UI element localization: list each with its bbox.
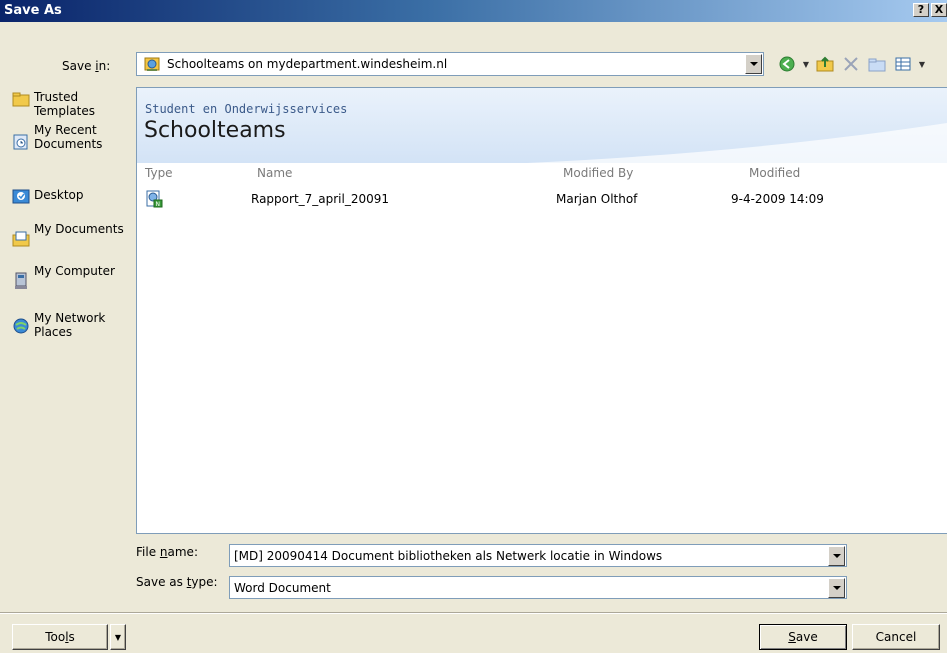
save-in-combo[interactable]: Schoolteams on mydepartment.windesheim.n… xyxy=(136,52,764,76)
place-label: Desktop xyxy=(34,188,84,202)
svg-text:N: N xyxy=(156,201,161,208)
save-in-label: Save in: xyxy=(62,59,111,73)
desktop-icon xyxy=(12,189,30,204)
sharepoint-site-icon xyxy=(144,57,160,71)
save-as-type-dropdown-arrow[interactable] xyxy=(828,578,845,598)
network-places-icon xyxy=(13,318,29,334)
back-icon[interactable] xyxy=(776,53,798,75)
file-name-value: [MD] 20090414 Document bibliotheken als … xyxy=(234,548,663,563)
tools-dropdown-button[interactable]: ▼ xyxy=(110,624,126,650)
save-as-type-label: Save as type: xyxy=(136,575,218,589)
site-title: Schoolteams xyxy=(144,118,286,143)
banner-swoosh xyxy=(527,123,947,163)
file-name-dropdown-arrow[interactable] xyxy=(828,546,845,566)
file-name-cell: Rapport_7_april_20091 xyxy=(251,192,390,206)
close-button[interactable]: X xyxy=(931,3,947,17)
file-name-input[interactable]: [MD] 20090414 Document bibliotheken als … xyxy=(229,544,847,567)
place-my-network-places[interactable]: My Network Places xyxy=(12,311,124,339)
save-button[interactable]: Save xyxy=(759,624,847,650)
back-dropdown-icon[interactable]: ▼ xyxy=(802,53,810,75)
toolbar: ▼ ▼ xyxy=(776,52,926,76)
place-label: My Documents xyxy=(34,222,124,236)
site-banner: Student en Onderwijsservices Schoolteams xyxy=(137,88,947,163)
place-label: My Computer xyxy=(34,264,115,278)
place-my-computer[interactable]: My Computer xyxy=(12,264,124,290)
title-bar: Save As ? X xyxy=(0,0,947,22)
places-bar: Trusted Templates My Recent Documents De… xyxy=(12,88,124,528)
save-as-type-select[interactable]: Word Document xyxy=(229,576,847,599)
file-name-label: File name: xyxy=(136,545,198,559)
help-button[interactable]: ? xyxy=(913,3,929,17)
word-document-icon: N xyxy=(146,190,163,208)
place-trusted-templates[interactable]: Trusted Templates xyxy=(12,90,124,118)
chevron-down-icon: ▼ xyxy=(114,632,122,642)
cancel-button[interactable]: Cancel xyxy=(852,624,940,650)
file-list-pane[interactable]: Student en Onderwijsservices Schoolteams… xyxy=(136,87,947,534)
my-documents-icon xyxy=(12,231,30,247)
up-folder-icon[interactable] xyxy=(814,53,836,75)
save-in-dropdown-arrow[interactable] xyxy=(745,54,762,74)
folder-icon xyxy=(12,92,30,107)
views-dropdown-icon[interactable]: ▼ xyxy=(918,53,926,75)
place-my-recent-documents[interactable]: My Recent Documents xyxy=(12,123,124,151)
place-label: My Recent Documents xyxy=(34,123,103,151)
column-header-name[interactable]: Name xyxy=(257,166,292,180)
place-label: Trusted Templates xyxy=(34,90,96,118)
column-header-modified[interactable]: Modified xyxy=(749,166,800,180)
tools-button[interactable]: Too l s xyxy=(12,624,108,650)
file-modified-by-cell: Marjan Olthof xyxy=(556,192,638,206)
place-label: My Network Places xyxy=(34,311,106,339)
site-subtitle: Student en Onderwijsservices xyxy=(145,102,348,116)
recent-documents-icon xyxy=(13,134,28,150)
column-header-type[interactable]: Type xyxy=(145,166,173,180)
separator xyxy=(0,612,947,614)
new-folder-icon[interactable] xyxy=(866,53,888,75)
place-desktop[interactable]: Desktop xyxy=(12,188,124,206)
delete-icon[interactable] xyxy=(840,53,862,75)
my-computer-icon xyxy=(15,272,27,289)
column-header-modified-by[interactable]: Modified By xyxy=(563,166,633,180)
views-icon[interactable] xyxy=(892,53,914,75)
window-title: Save As xyxy=(4,3,62,18)
save-in-value: Schoolteams on mydepartment.windesheim.n… xyxy=(167,57,448,71)
file-modified-cell: 9-4-2009 14:09 xyxy=(731,192,824,206)
place-my-documents[interactable]: My Documents xyxy=(12,222,124,248)
save-as-type-value: Word Document xyxy=(234,580,331,595)
